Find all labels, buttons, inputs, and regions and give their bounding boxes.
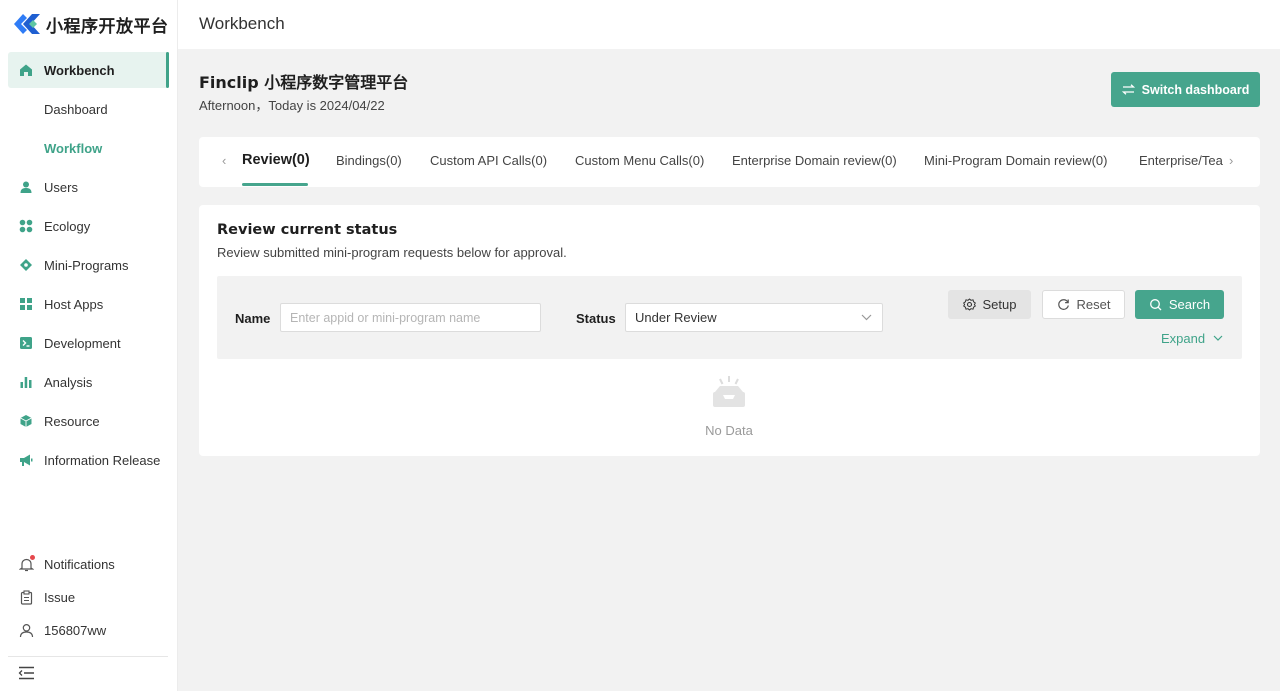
search-icon [1149, 299, 1162, 311]
sidebar-divider [8, 656, 168, 657]
empty-state: No Data [689, 375, 769, 438]
top-bar: Workbench [178, 0, 1280, 49]
sidebar-item-label: Analysis [44, 374, 93, 390]
sidebar-item-resource[interactable]: Resource [8, 403, 169, 439]
sidebar-item-account[interactable]: 156807ww [8, 614, 169, 647]
status-label: Status [576, 311, 616, 326]
tabs-scroll-right-icon[interactable]: › [1229, 153, 1239, 169]
swap-icon [1121, 84, 1135, 95]
grid-icon [19, 219, 33, 233]
sidebar: 小程序开放平台 Workbench Dashboard Workflow Use… [0, 0, 178, 691]
card-title: Review current status [217, 222, 398, 238]
sidebar-item-label: Workflow [44, 140, 103, 156]
tab-bindings[interactable]: Bindings(0) [336, 153, 402, 168]
sidebar-item-label: Workbench [44, 62, 115, 78]
sidebar-item-label: 156807ww [44, 623, 107, 638]
sidebar-item-ecology[interactable]: Ecology [8, 208, 169, 244]
terminal-icon [20, 337, 32, 349]
empty-state-text: No Data [705, 423, 753, 438]
sidebar-item-label: Dashboard [44, 101, 108, 117]
sidebar-item-label: Users [44, 179, 78, 195]
setup-label: Setup [982, 297, 1017, 312]
header-title: Workbench [199, 14, 285, 33]
sidebar-item-users[interactable]: Users [8, 169, 169, 205]
sidebar-item-host-apps[interactable]: Host Apps [8, 286, 169, 322]
search-label: Search [1168, 297, 1211, 312]
card-subtitle: Review submitted mini-program requests b… [217, 245, 567, 260]
tabs-bar: ‹ Review(0) Bindings(0) Custom API Calls… [199, 137, 1260, 187]
refresh-icon [1057, 299, 1069, 310]
expand-label: Expand [1161, 331, 1206, 346]
name-label: Name [235, 311, 271, 326]
review-card: Review current status Review submitted m… [199, 205, 1260, 456]
chevron-down-icon [1213, 335, 1223, 341]
setup-button[interactable]: Setup [948, 290, 1031, 319]
tab-custom-api-calls[interactable]: Custom API Calls(0) [430, 153, 547, 168]
home-icon [20, 64, 32, 76]
greeting-text: Afternoon，Today is 2024/04/22 [199, 98, 385, 113]
tab-enterprise-team[interactable]: Enterprise/Tea [1139, 153, 1223, 168]
sidebar-item-information-release[interactable]: Information Release [8, 442, 169, 478]
sidebar-item-label: Development [44, 335, 121, 351]
notification-dot [30, 555, 35, 560]
sidebar-item-label: Information Release [44, 452, 161, 468]
tab-mini-program-domain-review[interactable]: Mini-Program Domain review(0) [924, 153, 1108, 168]
name-search-input[interactable] [280, 303, 541, 332]
status-select[interactable]: Under Review [625, 303, 883, 332]
logo-icon [14, 14, 40, 34]
apps-icon [20, 298, 32, 310]
sidebar-item-workbench[interactable]: Workbench [8, 52, 169, 88]
sidebar-item-label: Notifications [44, 557, 115, 572]
reset-button[interactable]: Reset [1042, 290, 1125, 319]
sidebar-subitem-dashboard[interactable]: Dashboard [8, 91, 169, 127]
cube-icon [20, 415, 32, 427]
status-select-value: Under Review [635, 310, 717, 325]
user-outline-icon [19, 623, 34, 638]
chevron-down-icon [861, 314, 872, 321]
megaphone-icon [20, 454, 33, 466]
collapse-menu-icon[interactable] [18, 666, 35, 680]
bar-chart-icon [20, 377, 32, 388]
tab-enterprise-domain-review[interactable]: Enterprise Domain review(0) [732, 153, 897, 168]
reset-label: Reset [1076, 297, 1111, 312]
sidebar-item-label: Mini-Programs [44, 257, 129, 273]
switch-dashboard-label: Switch dashboard [1141, 82, 1250, 97]
tab-active-indicator [242, 183, 308, 186]
sidebar-item-analysis[interactable]: Analysis [8, 364, 169, 400]
sidebar-item-label: Resource [44, 413, 100, 429]
tabs-scroll-left-icon[interactable]: ‹ [222, 153, 232, 169]
tabs-viewport: Review(0) Bindings(0) Custom API Calls(0… [242, 137, 1224, 187]
expand-filters-button[interactable]: Expand [1161, 331, 1223, 346]
brand-name: 小程序开放平台 [46, 16, 169, 37]
page-title: Finclip 小程序数字管理平台 [199, 73, 409, 92]
tab-custom-menu-calls[interactable]: Custom Menu Calls(0) [575, 153, 704, 168]
empty-box-icon [713, 376, 745, 407]
brand-logo[interactable]: 小程序开放平台 [12, 11, 169, 37]
sidebar-nav: Workbench Dashboard Workflow Users Ecolo… [8, 52, 169, 481]
sidebar-item-label: Ecology [44, 218, 91, 234]
tab-review[interactable]: Review(0) [242, 152, 310, 168]
diamond-icon [20, 259, 32, 271]
sidebar-item-development[interactable]: Development [8, 325, 169, 361]
sidebar-item-mini-programs[interactable]: Mini-Programs [8, 247, 169, 283]
sidebar-bottom-nav: Notifications Issue 156807ww [8, 548, 169, 647]
sidebar-item-label: Host Apps [44, 296, 104, 312]
search-button[interactable]: Search [1135, 290, 1224, 319]
sidebar-item-notifications[interactable]: Notifications [8, 548, 169, 581]
switch-dashboard-button[interactable]: Switch dashboard [1111, 72, 1260, 107]
sidebar-subitem-workflow[interactable]: Workflow [8, 130, 169, 166]
sidebar-item-label: Issue [44, 590, 76, 605]
filter-panel: Name Status Under Review Setup Reset Sea… [217, 276, 1242, 359]
bell-icon [18, 555, 35, 572]
user-icon [20, 181, 32, 193]
gear-icon [962, 298, 976, 311]
clipboard-icon [19, 590, 34, 605]
sidebar-item-issue[interactable]: Issue [8, 581, 169, 614]
